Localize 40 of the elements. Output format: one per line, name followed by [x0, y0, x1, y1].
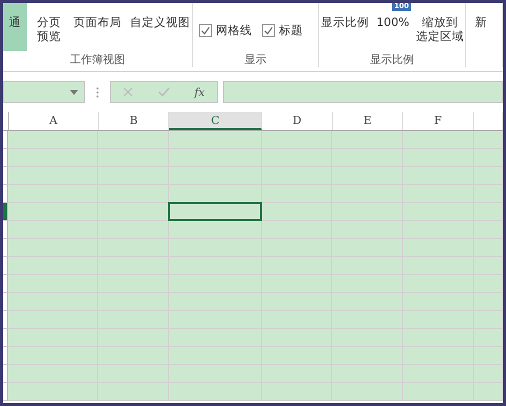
- checkbox-label: 标题: [279, 23, 303, 38]
- row-header[interactable]: [3, 383, 8, 401]
- cancel-icon[interactable]: [123, 87, 134, 97]
- column-header[interactable]: F: [403, 112, 474, 130]
- insert-function-button[interactable]: fx: [194, 86, 205, 98]
- column-header[interactable]: D: [262, 112, 333, 130]
- column-header[interactable]: A: [8, 112, 99, 130]
- group-label: 显示: [243, 52, 268, 67]
- row-header[interactable]: [3, 221, 8, 239]
- checkbox[interactable]: [199, 24, 212, 37]
- checkbox[interactable]: [262, 24, 275, 37]
- row-header[interactable]: [3, 203, 8, 221]
- column-header[interactable]: C: [169, 112, 262, 130]
- ribbon-button[interactable]: 显示比例: [318, 3, 371, 51]
- row-header[interactable]: [3, 329, 8, 347]
- ribbon-button[interactable]: 缩放到 选定区域: [414, 3, 465, 51]
- dropdown-caret-icon[interactable]: [70, 90, 78, 94]
- ribbon-button[interactable]: 分页 预览: [30, 3, 67, 51]
- row-header[interactable]: [3, 167, 8, 185]
- column-header[interactable]: E: [332, 112, 404, 130]
- row-header[interactable]: [3, 239, 8, 257]
- ribbon-button[interactable]: 页面布局: [70, 3, 124, 51]
- group-label: 工作簿视图: [69, 52, 126, 67]
- check-icon[interactable]: [158, 87, 170, 97]
- row-header[interactable]: [3, 293, 8, 311]
- row-header[interactable]: [3, 257, 8, 275]
- ribbon-button[interactable]: 新: [466, 3, 496, 51]
- row-header[interactable]: [3, 347, 8, 365]
- row-header[interactable]: [3, 275, 8, 293]
- row-header[interactable]: [3, 365, 8, 383]
- row-header[interactable]: [3, 149, 8, 167]
- formula-input[interactable]: [223, 81, 503, 103]
- group-label: 显示比例: [368, 52, 415, 67]
- row-header[interactable]: [3, 185, 8, 203]
- grip-icon: [96, 86, 99, 98]
- ribbon-button[interactable]: 通: [3, 3, 27, 51]
- row-header[interactable]: [3, 131, 8, 149]
- ribbon-button[interactable]: 自定义视图: [128, 3, 192, 51]
- row-header[interactable]: [3, 311, 8, 329]
- checkbox-label: 网格线: [216, 23, 252, 38]
